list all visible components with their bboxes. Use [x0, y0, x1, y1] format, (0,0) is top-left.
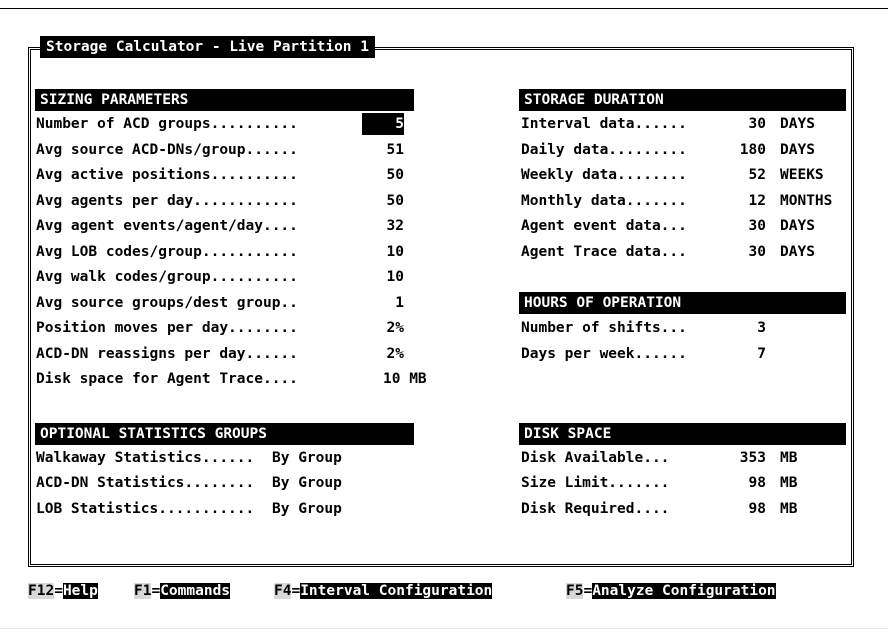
disk-label-required: Disk Required....	[521, 501, 670, 517]
f1-key-label: F1	[134, 583, 152, 599]
source-groups-field[interactable]: 1	[362, 292, 404, 314]
acd-dn-reassigns-field[interactable]: 2%	[362, 343, 404, 365]
days-per-week-field[interactable]: 7	[730, 343, 766, 365]
position-moves-field[interactable]: 2%	[362, 317, 404, 339]
optional-label-walkaway: Walkaway Statistics......	[36, 450, 255, 466]
help-label: Help	[62, 583, 98, 599]
interval-data-field[interactable]: 30	[730, 113, 766, 135]
hours-of-operation-header: HOURS OF OPERATION	[519, 292, 846, 314]
sizing-label-agent-events: Avg agent events/agent/day....	[36, 218, 298, 234]
f4-interval-configuration-key[interactable]: F4=Interval Configuration	[274, 580, 493, 602]
monthly-data-unit: MONTHS	[780, 193, 833, 209]
disk-available-unit: MB	[780, 450, 798, 466]
agents-per-day-field[interactable]: 50	[362, 190, 404, 212]
interval-configuration-label: Interval Configuration	[300, 583, 493, 599]
bottom-rule	[0, 628, 888, 629]
agent-event-data-field[interactable]: 30	[730, 215, 766, 237]
sizing-label-walk-codes: Avg walk codes/group..........	[36, 269, 298, 285]
disk-label-size-limit: Size Limit.......	[521, 475, 670, 491]
acd-dn-statistics-field[interactable]: By Group	[272, 472, 342, 494]
sizing-label-agent-trace-disk: Disk space for Agent Trace....	[36, 371, 298, 387]
analyze-configuration-label: Analyze Configuration	[592, 583, 776, 599]
disk-required-value: 98	[748, 501, 766, 517]
duration-label-daily: Daily data.........	[521, 142, 687, 158]
acd-groups-input[interactable]: 5	[362, 113, 404, 135]
hours-label-shifts: Number of shifts...	[521, 320, 687, 336]
f5-analyze-configuration-key[interactable]: F5=Analyze Configuration	[566, 580, 776, 602]
agent-trace-disk-field[interactable]: 10 MB	[383, 368, 427, 390]
optional-label-acd-dn: ACD-DN Statistics........	[36, 475, 255, 491]
disk-label-available: Disk Available...	[521, 450, 670, 466]
top-rule	[0, 8, 888, 9]
hours-label-days: Days per week......	[521, 346, 687, 362]
number-of-shifts-field[interactable]: 3	[730, 317, 766, 339]
lob-codes-field[interactable]: 10	[362, 241, 404, 263]
duration-label-weekly: Weekly data........	[521, 167, 687, 183]
f5-key-label: F5	[566, 583, 584, 599]
agent-events-field[interactable]: 32	[362, 215, 404, 237]
daily-data-field[interactable]: 180	[730, 139, 766, 161]
sizing-label-source-groups: Avg source groups/dest group..	[36, 295, 298, 311]
walkaway-statistics-field[interactable]: By Group	[272, 447, 342, 469]
sizing-label-acd-dn-reassigns: ACD-DN reassigns per day......	[36, 346, 298, 362]
daily-data-unit: DAYS	[780, 142, 815, 158]
duration-label-monthly: Monthly data.......	[521, 193, 687, 209]
monthly-data-field[interactable]: 12	[730, 190, 766, 212]
weekly-data-field[interactable]: 52	[730, 164, 766, 186]
interval-data-unit: DAYS	[780, 116, 815, 132]
disk-space-header: DISK SPACE	[519, 423, 846, 445]
agent-trace-data-field[interactable]: 30	[730, 241, 766, 263]
duration-label-agent-event: Agent event data...	[521, 218, 687, 234]
sizing-parameters-header: SIZING PARAMETERS	[35, 89, 414, 111]
lob-statistics-field[interactable]: By Group	[272, 498, 342, 520]
weekly-data-unit: WEEKS	[780, 167, 824, 183]
size-limit-field[interactable]: 98	[730, 472, 766, 494]
commands-label: Commands	[160, 583, 231, 599]
sizing-label-source-acd-dns: Avg source ACD-DNs/group......	[36, 142, 298, 158]
disk-available-value: 353	[739, 450, 766, 466]
agent-trace-data-unit: DAYS	[780, 244, 815, 260]
sizing-label-agents-per-day: Avg agents per day............	[36, 193, 298, 209]
f4-key-label: F4	[274, 583, 292, 599]
size-limit-unit: MB	[780, 475, 798, 491]
optional-label-lob: LOB Statistics...........	[36, 501, 255, 517]
f12-key-label: F12	[28, 583, 55, 599]
f12-help-key[interactable]: F12=Help	[28, 580, 98, 602]
duration-label-agent-trace: Agent Trace data...	[521, 244, 687, 260]
f1-commands-key[interactable]: F1=Commands	[134, 580, 231, 602]
source-acd-dns-field[interactable]: 51	[362, 139, 404, 161]
agent-event-data-unit: DAYS	[780, 218, 815, 234]
duration-label-interval: Interval data......	[521, 116, 687, 132]
optional-statistics-header: OPTIONAL STATISTICS GROUPS	[35, 423, 414, 445]
active-positions-field[interactable]: 50	[362, 164, 404, 186]
sizing-label-position-moves: Position moves per day........	[36, 320, 298, 336]
disk-required-unit: MB	[780, 501, 798, 517]
storage-duration-header: STORAGE DURATION	[519, 89, 846, 111]
walk-codes-field[interactable]: 10	[362, 266, 404, 288]
sizing-label-lob-codes: Avg LOB codes/group...........	[36, 244, 298, 260]
window-title: Storage Calculator - Live Partition 1	[40, 36, 376, 58]
sizing-label-acd-groups: Number of ACD groups..........	[36, 116, 298, 132]
sizing-label-active-positions: Avg active positions..........	[36, 167, 298, 183]
